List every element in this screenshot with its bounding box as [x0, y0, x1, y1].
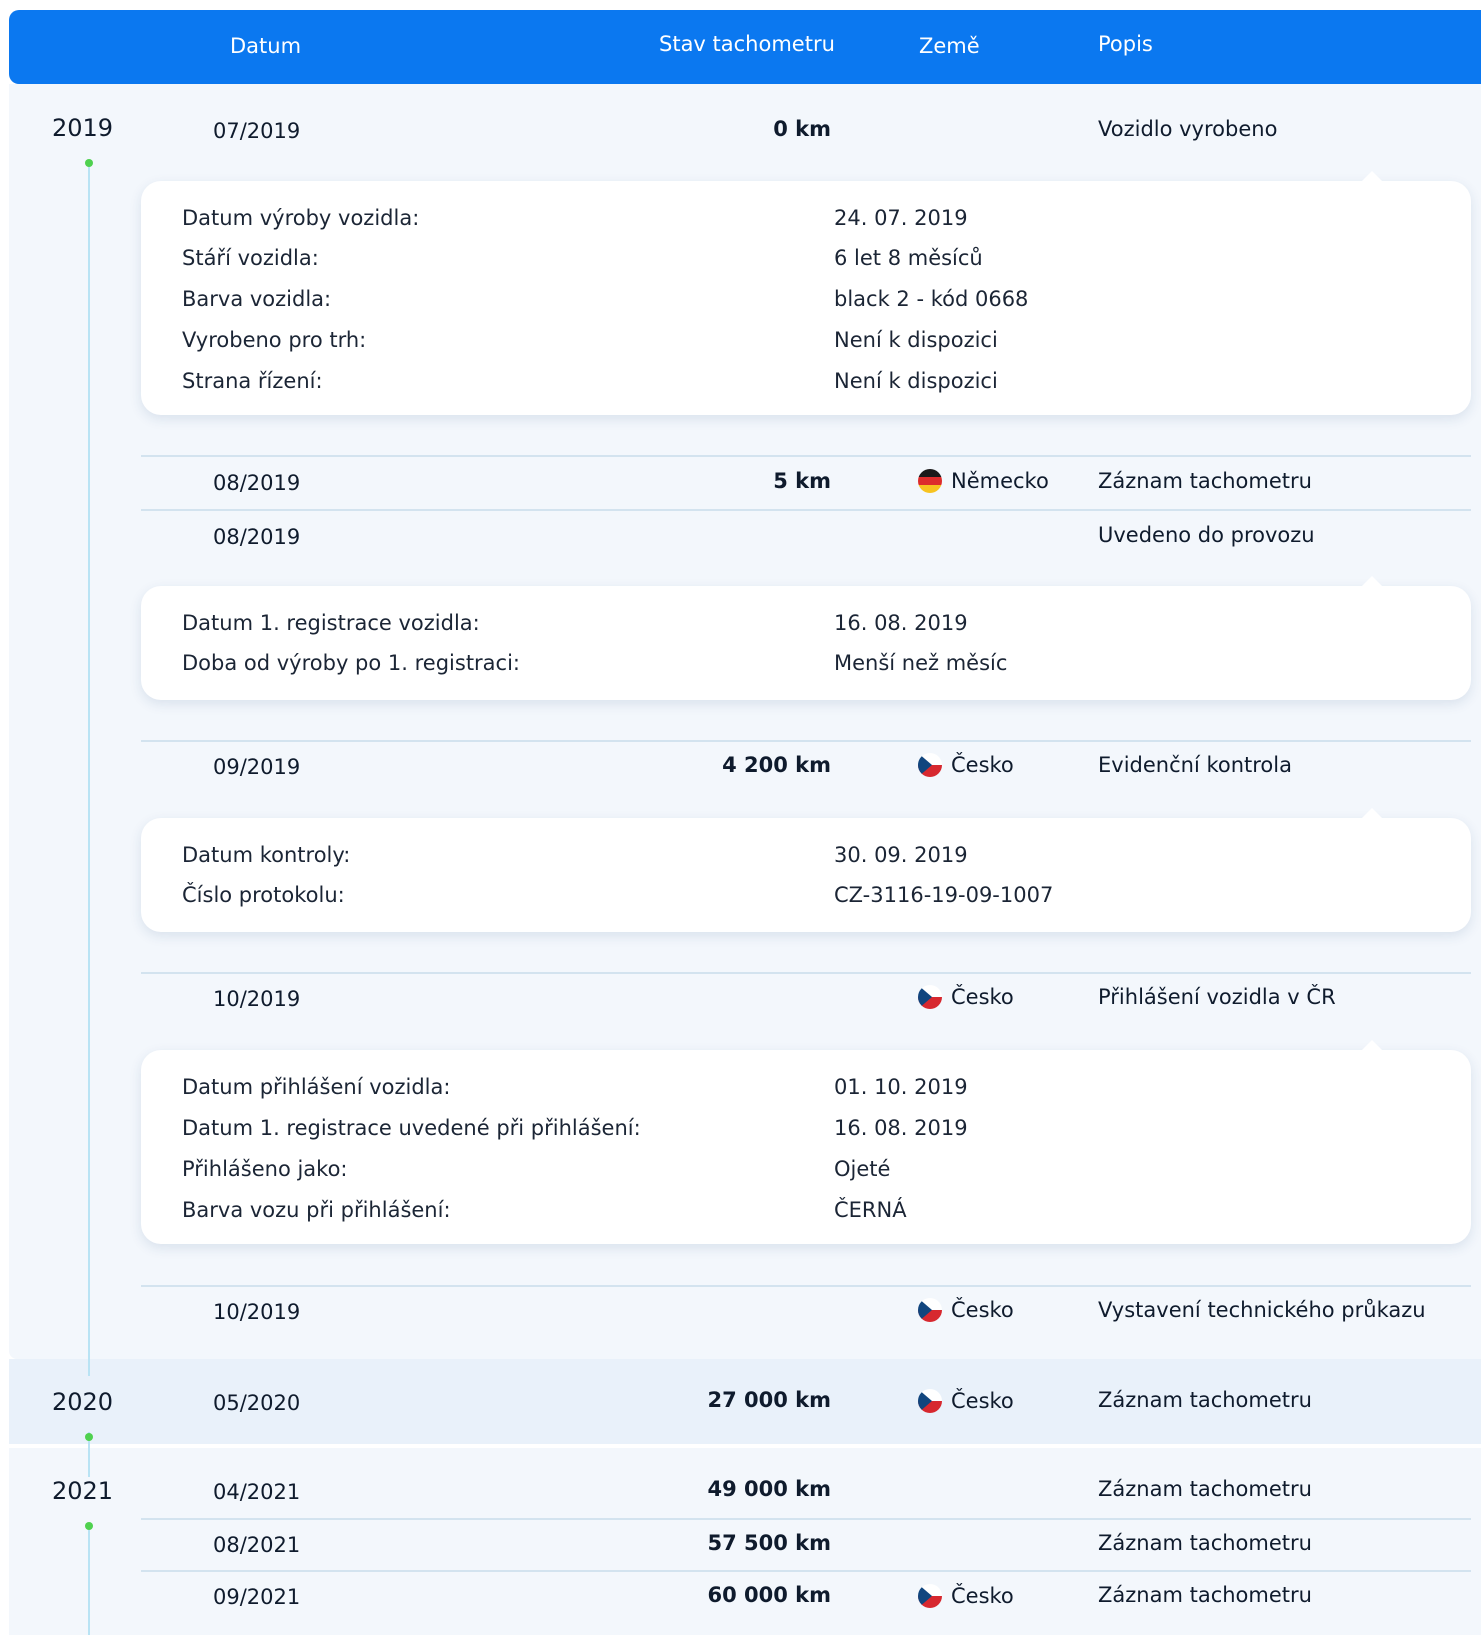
detail-label: Datum 1. registrace uvedené při přihláše…: [182, 1116, 641, 1140]
event-odometer: 4 200 km: [722, 753, 831, 777]
germany-flag-icon: [918, 469, 942, 493]
event-odometer: 60 000 km: [707, 1583, 831, 1607]
detail-card-production: Datum výroby vozidla: 24. 07. 2019 Stáří…: [141, 171, 1471, 415]
detail-value: Menší než měsíc: [834, 651, 1008, 675]
event-date: 04/2021: [213, 1480, 301, 1504]
detail-value: Ojeté: [834, 1157, 891, 1181]
country-name: Česko: [951, 752, 1014, 777]
detail-label: Vyrobeno pro trh:: [182, 328, 367, 352]
event-country: Česko: [918, 1298, 1014, 1322]
detail-label: Datum kontroly:: [182, 843, 351, 867]
event-date: 10/2019: [213, 1300, 301, 1324]
event-date: 09/2019: [213, 755, 301, 779]
czech-flag-icon: [918, 1298, 942, 1322]
event-date: 08/2019: [213, 525, 301, 549]
czech-flag-icon: [918, 985, 942, 1009]
event-date: 09/2021: [213, 1585, 301, 1609]
detail-value: 16. 08. 2019: [834, 611, 968, 635]
country-name: Česko: [951, 984, 1014, 1009]
timeline-line: [88, 162, 90, 1376]
row-divider: [141, 740, 1471, 742]
event-description: Evidenční kontrola: [1098, 753, 1292, 777]
detail-label: Datum 1. registrace vozidla:: [182, 611, 480, 635]
event-description: Záznam tachometru: [1098, 1583, 1312, 1607]
timeline-dot: [85, 1522, 93, 1530]
timeline-line: [88, 1524, 90, 1635]
country-name: Česko: [951, 1583, 1014, 1608]
year-label: 2021: [52, 1477, 114, 1505]
event-odometer: 57 500 km: [707, 1531, 831, 1555]
event-description: Přihlášení vozidla v ČR: [1098, 985, 1336, 1009]
czech-flag-icon: [918, 1584, 942, 1608]
detail-label: Číslo protokolu:: [182, 883, 345, 907]
czech-flag-icon: [918, 1389, 942, 1413]
detail-value: 24. 07. 2019: [834, 206, 968, 230]
detail-value: ČERNÁ: [834, 1198, 907, 1222]
detail-card-registration: Datum 1. registrace vozidla: 16. 08. 201…: [141, 576, 1471, 700]
detail-label: Strana řízení:: [182, 369, 323, 393]
event-description: Záznam tachometru: [1098, 469, 1312, 493]
event-description: Záznam tachometru: [1098, 1477, 1312, 1501]
detail-value: 30. 09. 2019: [834, 843, 968, 867]
event-date: 10/2019: [213, 987, 301, 1011]
year-label: 2019: [52, 114, 114, 142]
header-odometer: Stav tachometru: [659, 32, 835, 56]
event-date: 07/2019: [213, 119, 301, 143]
detail-value: 16. 08. 2019: [834, 1116, 968, 1140]
timeline-dot: [85, 159, 93, 167]
event-description: Vozidlo vyrobeno: [1098, 117, 1278, 141]
row-divider: [141, 1518, 1471, 1520]
event-country: Česko: [918, 1389, 1014, 1413]
detail-value: black 2 - kód 0668: [834, 287, 1029, 311]
event-odometer: 5 km: [773, 469, 831, 493]
event-odometer: 27 000 km: [707, 1388, 831, 1412]
detail-label: Barva vozidla:: [182, 287, 332, 311]
event-description: Uvedeno do provozu: [1098, 523, 1315, 547]
event-country: Česko: [918, 985, 1014, 1009]
row-divider: [141, 455, 1471, 457]
event-date: 08/2019: [213, 471, 301, 495]
detail-label: Datum výroby vozidla:: [182, 206, 420, 230]
country-name: Německo: [951, 468, 1049, 493]
row-divider: [141, 509, 1471, 511]
country-name: Česko: [951, 1388, 1014, 1413]
detail-label: Stáří vozidla:: [182, 246, 319, 270]
event-date: 08/2021: [213, 1533, 301, 1557]
row-divider: [141, 1570, 1471, 1572]
detail-value: Není k dispozici: [834, 328, 998, 352]
timeline-dot: [85, 1433, 93, 1441]
header-date: Datum: [230, 34, 302, 58]
detail-label: Barva vozu při přihlášení:: [182, 1198, 451, 1222]
event-country: Německo: [918, 469, 1049, 493]
detail-label: Doba od výroby po 1. registraci:: [182, 651, 521, 675]
event-description: Vystavení technického průkazu: [1098, 1298, 1426, 1322]
detail-label: Datum přihlášení vozidla:: [182, 1075, 451, 1099]
detail-value: 01. 10. 2019: [834, 1075, 968, 1099]
detail-value: 6 let 8 měsíců: [834, 246, 983, 270]
detail-value: Není k dispozici: [834, 369, 998, 393]
table-header: Datum Stav tachometru Země Popis: [9, 10, 1481, 84]
event-description: Záznam tachometru: [1098, 1531, 1312, 1555]
event-date: 05/2020: [213, 1391, 301, 1415]
detail-label: Přihlášeno jako:: [182, 1157, 348, 1181]
country-name: Česko: [951, 1297, 1014, 1322]
year-label: 2020: [52, 1388, 114, 1416]
event-odometer: 0 km: [773, 117, 831, 141]
czech-flag-icon: [918, 753, 942, 777]
row-divider: [141, 972, 1471, 974]
header-description: Popis: [1098, 32, 1153, 56]
event-country: Česko: [918, 753, 1014, 777]
detail-card-inspection: Datum kontroly: 30. 09. 2019 Číslo proto…: [141, 808, 1471, 932]
row-divider: [141, 1285, 1471, 1287]
event-description: Záznam tachometru: [1098, 1388, 1312, 1412]
detail-card-cz-registration: Datum přihlášení vozidla: 01. 10. 2019 D…: [141, 1040, 1471, 1244]
detail-value: CZ-3116-19-09-1007: [834, 883, 1054, 907]
header-country: Země: [919, 34, 980, 58]
event-odometer: 49 000 km: [707, 1477, 831, 1501]
event-country: Česko: [918, 1584, 1014, 1608]
